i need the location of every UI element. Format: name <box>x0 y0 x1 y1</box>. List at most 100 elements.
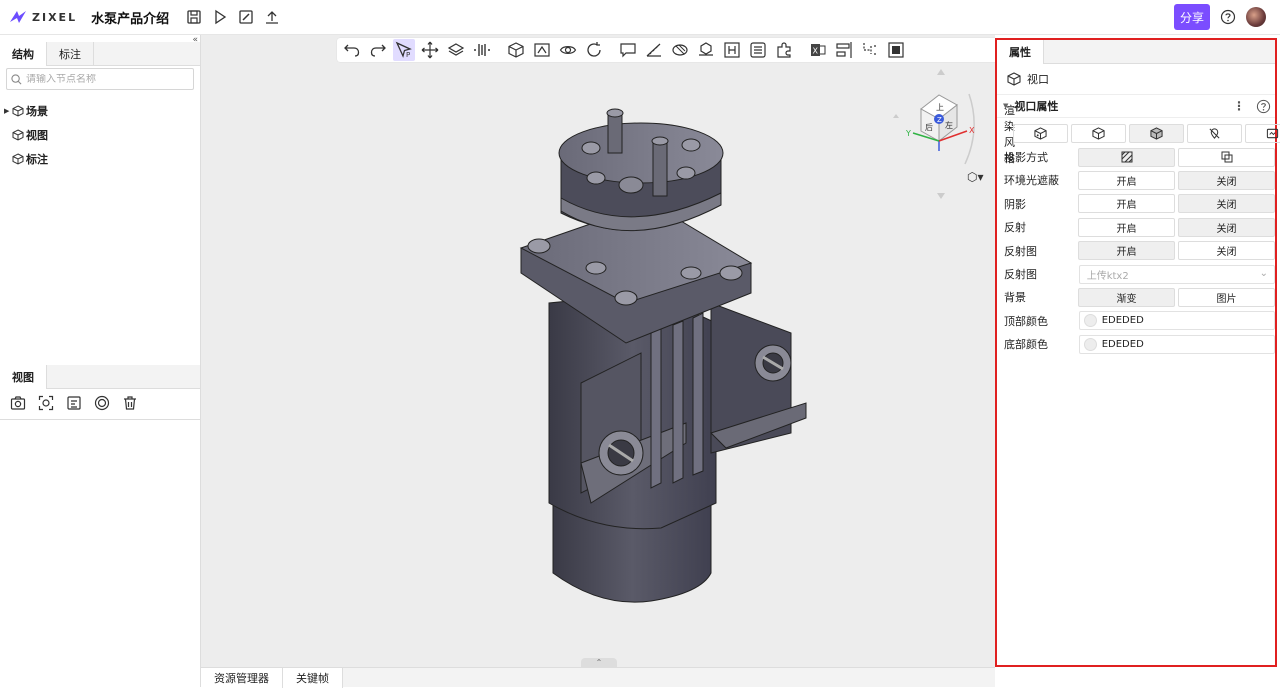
tree-item-label: 场景 <box>26 105 48 118</box>
help-icon[interactable] <box>1256 99 1271 114</box>
measure-icon[interactable] <box>643 39 665 61</box>
cube-face-top[interactable]: 上 <box>936 103 944 112</box>
reflection-on-button[interactable]: 开启 <box>1078 217 1175 237</box>
more-options-icon[interactable]: ⋮ <box>1233 99 1245 113</box>
tab-structure[interactable]: 结构 <box>0 42 47 66</box>
tab-keyframes[interactable]: 关键帧 <box>283 668 343 688</box>
zixel-logo-icon <box>10 11 26 23</box>
cube-icon <box>12 153 24 165</box>
render-sketch-button[interactable] <box>1245 124 1280 144</box>
background-gradient-button[interactable]: 渐变 <box>1078 287 1175 307</box>
shadow-off-button[interactable]: 关闭 <box>1178 194 1275 214</box>
redo-icon[interactable] <box>367 39 389 61</box>
ao-on-button[interactable]: 开启 <box>1078 170 1175 190</box>
background-image-button[interactable]: 图片 <box>1178 287 1275 307</box>
focus-icon[interactable] <box>38 395 54 411</box>
stack-icon[interactable] <box>885 39 907 61</box>
view-list-icon[interactable] <box>66 395 82 411</box>
bottom-color-field[interactable]: EDEDED <box>1078 334 1275 354</box>
collapse-caret-icon[interactable]: ▼ <box>1003 102 1008 110</box>
tree-connect-icon[interactable] <box>859 39 881 61</box>
3d-viewport[interactable]: P X 上 后 左 Z X Y ⬡▾ ⌃ <box>201 35 995 667</box>
list-icon[interactable] <box>747 39 769 61</box>
edit-icon[interactable] <box>237 8 255 26</box>
reflection-map-select[interactable]: 上传ktx2 ⌄ <box>1078 264 1275 284</box>
share-button[interactable]: 分享 <box>1173 4 1210 30</box>
reflection-map-on-button[interactable]: 开启 <box>1078 241 1175 261</box>
undo-icon[interactable] <box>341 39 363 61</box>
expand-bottom-panel-icon[interactable]: ⌃ <box>581 658 617 667</box>
sketch-icon <box>1266 128 1279 139</box>
prop-label: 反射图 <box>1004 244 1037 258</box>
ao-off-button[interactable]: 关闭 <box>1178 170 1275 190</box>
color-swatch[interactable] <box>1083 337 1097 351</box>
projection-perspective-button[interactable] <box>1078 147 1175 167</box>
svg-text:P: P <box>406 51 410 59</box>
rotate-icon[interactable] <box>583 39 605 61</box>
expand-arrow-icon[interactable]: ▶ <box>4 107 12 115</box>
render-shaded-button[interactable] <box>1129 124 1184 144</box>
reflection-off-button[interactable]: 关闭 <box>1178 217 1275 237</box>
visibility-icon[interactable] <box>557 39 579 61</box>
comment-icon[interactable] <box>617 39 639 61</box>
render-shaded-edges-button[interactable] <box>1013 124 1068 144</box>
properties-panel: 属性 视口 ▼ 视口属性 ⋮ 渲染风格 投影方式 环境光遮蔽 开启 关闭 阴影 … <box>995 38 1280 667</box>
target-icon[interactable] <box>94 395 110 411</box>
excel-icon[interactable]: X <box>807 39 829 61</box>
structure-tabs: 结构 标注 <box>0 42 200 66</box>
viewport-properties-section[interactable]: ▼ 视口属性 ⋮ <box>997 94 1275 118</box>
camera-icon[interactable] <box>10 395 26 411</box>
box-icon[interactable] <box>505 39 527 61</box>
tab-annotation[interactable]: 标注 <box>47 42 94 66</box>
cube-face-front[interactable]: 后 <box>925 122 933 132</box>
render-wireframe-button[interactable] <box>1071 124 1126 144</box>
save-icon[interactable] <box>185 8 203 26</box>
bottom-color-value: EDEDED <box>1101 338 1144 350</box>
cube-face-right[interactable]: 左 <box>945 120 953 130</box>
section-icon[interactable] <box>531 39 553 61</box>
prop-label: 顶部颜色 <box>1004 314 1048 328</box>
help-icon[interactable] <box>1220 9 1236 25</box>
align-icon[interactable] <box>833 39 855 61</box>
logo: ZIXEL <box>8 8 77 26</box>
trash-icon[interactable] <box>122 395 138 411</box>
projection-orthographic-button[interactable] <box>1178 147 1275 167</box>
cube-icon <box>12 105 24 117</box>
play-icon[interactable] <box>211 8 229 26</box>
render-style-row: 渲染风格 <box>997 104 1280 165</box>
prop-label: 环境光遮蔽 <box>1004 174 1059 188</box>
explode-icon[interactable] <box>471 39 493 61</box>
select-tool-icon[interactable]: P <box>393 39 415 61</box>
tree-item-scene[interactable]: ▶ 场景 <box>4 99 48 123</box>
reflection-map-off-button[interactable]: 关闭 <box>1178 241 1275 261</box>
tab-resource-manager[interactable]: 资源管理器 <box>201 668 283 688</box>
material-icon[interactable] <box>669 39 691 61</box>
upload-icon[interactable] <box>263 8 281 26</box>
prop-label: 阴影 <box>1004 197 1026 211</box>
reflection-map-upload-row: 反射图 上传ktx2 ⌄ <box>997 262 1275 285</box>
move-icon[interactable] <box>419 39 441 61</box>
top-color-field[interactable]: EDEDED <box>1078 311 1275 331</box>
shadow-on-button[interactable]: 开启 <box>1078 194 1175 214</box>
node-search-input[interactable] <box>26 73 186 85</box>
pump-model[interactable] <box>501 103 821 613</box>
render-hidden-button[interactable] <box>1187 124 1242 144</box>
color-swatch[interactable] <box>1083 314 1097 328</box>
shadow-row: 阴影 开启 关闭 <box>997 192 1275 215</box>
perspective-icon <box>1121 151 1132 163</box>
view-cube-dropdown-icon[interactable]: ⬡▾ <box>967 170 984 184</box>
assembly-icon[interactable] <box>695 39 717 61</box>
layers-icon[interactable] <box>445 39 467 61</box>
top-color-row: 顶部颜色 EDEDED <box>997 309 1275 332</box>
plugin-icon[interactable] <box>773 39 795 61</box>
tab-view[interactable]: 视图 <box>0 365 47 389</box>
project-title[interactable]: 水泵产品介绍 <box>91 8 169 27</box>
tree-item-annotation[interactable]: 标注 <box>4 147 48 171</box>
node-search[interactable] <box>6 68 194 90</box>
frame-icon[interactable] <box>721 39 743 61</box>
bottom-tabs: 资源管理器 关键帧 <box>201 667 995 688</box>
pin-off-icon <box>1209 128 1220 140</box>
tree-item-view[interactable]: 视图 <box>4 123 48 147</box>
user-avatar[interactable] <box>1246 7 1266 27</box>
tab-properties[interactable]: 属性 <box>997 40 1044 64</box>
